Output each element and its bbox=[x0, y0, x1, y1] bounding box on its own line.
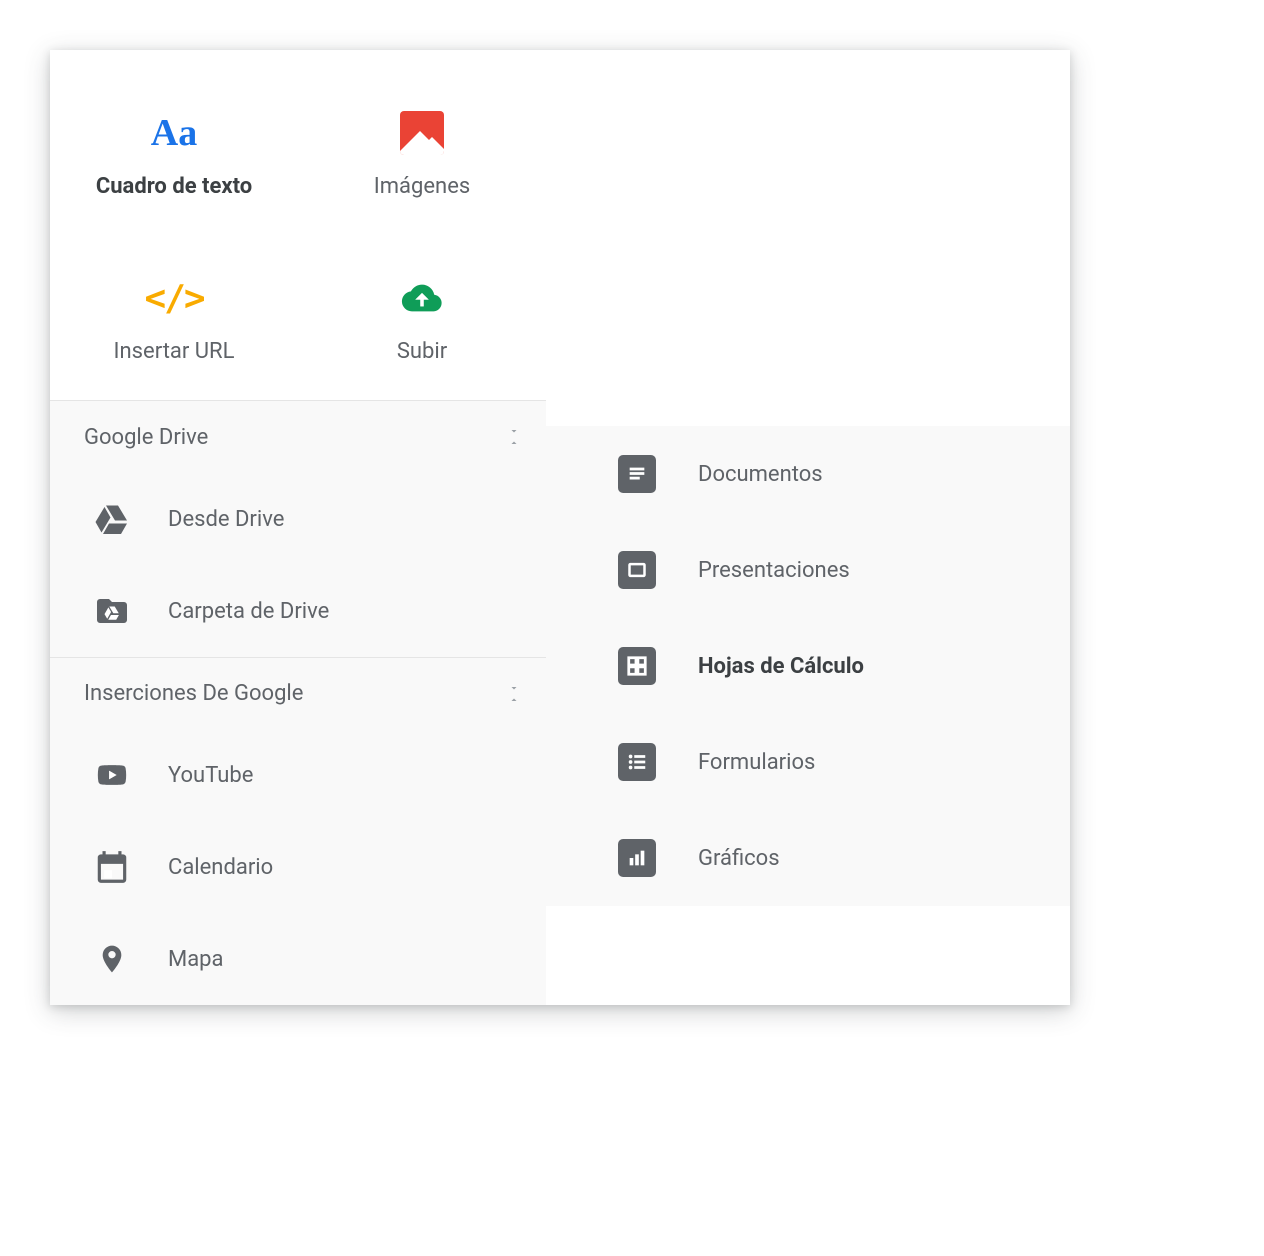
image-icon bbox=[400, 106, 444, 160]
calendar-icon bbox=[84, 839, 140, 895]
section-google-drive-header[interactable]: Google Drive bbox=[50, 401, 546, 473]
drive-icon bbox=[84, 491, 140, 547]
submenu-forms[interactable]: Formularios bbox=[546, 714, 1070, 810]
slides-icon bbox=[614, 547, 660, 593]
submenu-sheets-label: Hojas de Cálculo bbox=[698, 654, 864, 679]
code-icon: </> bbox=[144, 271, 203, 325]
drive-submenu: Documentos Presentaciones Hojas de Cálcu… bbox=[546, 426, 1070, 906]
item-youtube-label: YouTube bbox=[168, 763, 253, 788]
item-youtube[interactable]: YouTube bbox=[50, 729, 546, 821]
insert-upload-label: Subir bbox=[397, 339, 447, 364]
collapse-icon bbox=[504, 682, 524, 706]
insert-url[interactable]: </> Insertar URL bbox=[50, 235, 298, 400]
item-drive-folder-label: Carpeta de Drive bbox=[168, 599, 329, 624]
section-google-drive: Google Drive Desde Drive Carpeta de Driv… bbox=[50, 401, 546, 657]
drive-folder-icon bbox=[84, 583, 140, 639]
item-drive-folder[interactable]: Carpeta de Drive bbox=[50, 565, 546, 657]
insert-textbox[interactable]: Aa Cuadro de texto bbox=[50, 70, 298, 235]
forms-icon bbox=[614, 739, 660, 785]
submenu-forms-label: Formularios bbox=[698, 750, 815, 775]
item-map-label: Mapa bbox=[168, 947, 224, 972]
section-google-inserts: Inserciones De Google YouTube Calendario bbox=[50, 657, 546, 1005]
insert-images-label: Imágenes bbox=[374, 174, 470, 199]
insert-type-grid: Aa Cuadro de texto Imágenes </> Insertar… bbox=[50, 50, 1070, 400]
insert-sections: Google Drive Desde Drive Carpeta de Driv… bbox=[50, 400, 546, 1005]
insert-panel: Aa Cuadro de texto Imágenes </> Insertar… bbox=[50, 50, 1070, 1005]
section-google-drive-title: Google Drive bbox=[84, 425, 208, 450]
submenu-docs-label: Documentos bbox=[698, 462, 823, 487]
insert-upload[interactable]: Subir bbox=[298, 235, 546, 400]
chart-icon bbox=[614, 835, 660, 881]
submenu-charts[interactable]: Gráficos bbox=[546, 810, 1070, 906]
docs-icon bbox=[614, 451, 660, 497]
item-map[interactable]: Mapa bbox=[50, 913, 546, 1005]
item-calendar-label: Calendario bbox=[168, 855, 273, 880]
insert-images[interactable]: Imágenes bbox=[298, 70, 546, 235]
submenu-slides-label: Presentaciones bbox=[698, 558, 850, 583]
submenu-charts-label: Gráficos bbox=[698, 846, 780, 871]
insert-textbox-label: Cuadro de texto bbox=[96, 174, 252, 199]
item-from-drive-label: Desde Drive bbox=[168, 507, 284, 532]
section-google-inserts-header[interactable]: Inserciones De Google bbox=[50, 657, 546, 729]
item-calendar[interactable]: Calendario bbox=[50, 821, 546, 913]
sheets-icon bbox=[614, 643, 660, 689]
submenu-slides[interactable]: Presentaciones bbox=[546, 522, 1070, 618]
map-pin-icon bbox=[84, 931, 140, 987]
submenu-docs[interactable]: Documentos bbox=[546, 426, 1070, 522]
submenu-sheets[interactable]: Hojas de Cálculo bbox=[546, 618, 1070, 714]
section-google-inserts-title: Inserciones De Google bbox=[84, 681, 303, 706]
collapse-icon bbox=[504, 425, 524, 449]
insert-url-label: Insertar URL bbox=[114, 339, 235, 364]
cloud-upload-icon bbox=[397, 271, 447, 325]
youtube-icon bbox=[84, 747, 140, 803]
item-from-drive[interactable]: Desde Drive bbox=[50, 473, 546, 565]
textbox-icon: Aa bbox=[151, 106, 197, 160]
